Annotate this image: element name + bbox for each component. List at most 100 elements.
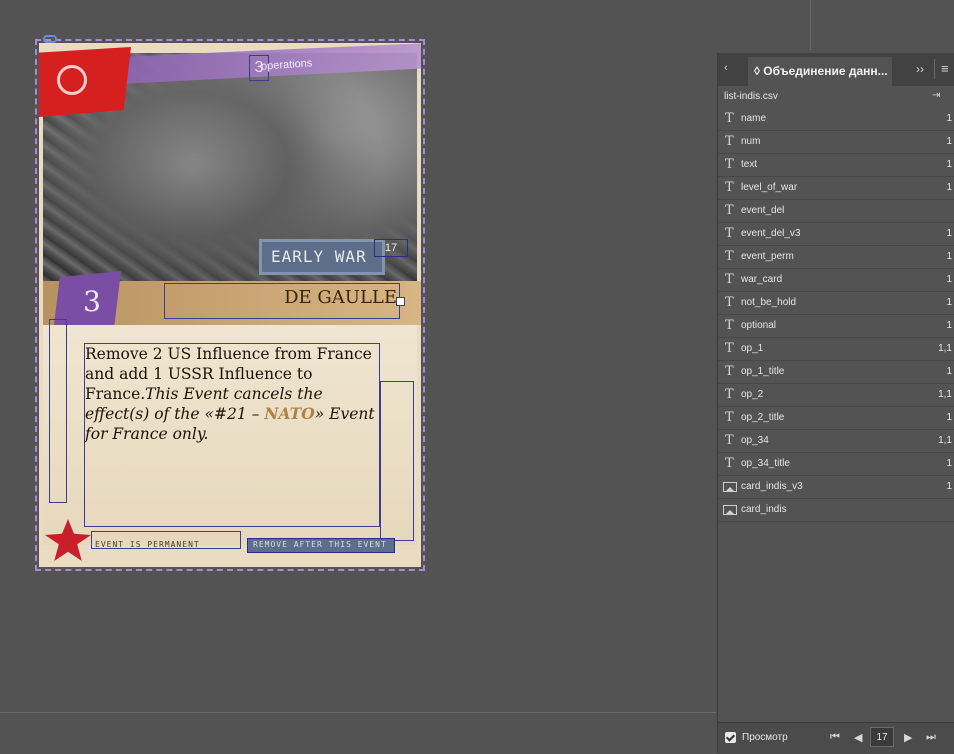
field-row[interactable]: Top_1 1,1 bbox=[718, 338, 954, 361]
field-name: op_1 bbox=[741, 343, 764, 354]
source-file-name: list-indis.csv bbox=[724, 91, 778, 102]
card-name[interactable]: DE GAULLE bbox=[179, 287, 397, 308]
text-field-icon: T bbox=[725, 111, 734, 126]
text-field-icon: T bbox=[725, 456, 734, 471]
event-text-nato: NATO bbox=[264, 404, 315, 423]
field-name: card_indis_v3 bbox=[741, 481, 803, 492]
op-value[interactable]: 3 bbox=[77, 285, 107, 318]
field-row[interactable]: Top_34_title 1 bbox=[718, 453, 954, 476]
field-name: card_indis bbox=[741, 504, 787, 515]
divider bbox=[934, 59, 935, 79]
link-icon[interactable] bbox=[43, 35, 57, 43]
text-field-icon: T bbox=[725, 203, 734, 218]
era-label[interactable]: EARLY WAR bbox=[271, 247, 367, 266]
panel-footer: Просмотр ⏮ ◀ 17 ▶ ⏭ bbox=[718, 722, 954, 754]
field-name: op_2_title bbox=[741, 412, 785, 423]
field-name: op_1_title bbox=[741, 366, 785, 377]
field-row[interactable]: Top_34 1,1 bbox=[718, 430, 954, 453]
right-text-frame[interactable] bbox=[380, 381, 414, 541]
image-field-icon bbox=[723, 482, 737, 492]
field-row[interactable]: Tlevel_of_war 1 bbox=[718, 177, 954, 200]
field-value: 1,1 bbox=[938, 435, 952, 446]
preview-label: Просмотр bbox=[742, 732, 788, 743]
text-field-icon: T bbox=[725, 272, 734, 287]
text-field-icon: T bbox=[725, 134, 734, 149]
panel-menu-icon[interactable]: ≡ bbox=[941, 61, 949, 76]
next-page-icon[interactable]: ▶ bbox=[904, 731, 912, 744]
card-number[interactable]: 17 bbox=[374, 239, 408, 257]
field-name: text bbox=[741, 159, 758, 170]
text-field-icon: T bbox=[725, 364, 734, 379]
event-text[interactable]: Remove 2 US Influence from France and ad… bbox=[85, 344, 381, 444]
remain-label: EVENT IS PERMANENT bbox=[95, 540, 200, 549]
field-value: 1 bbox=[946, 481, 952, 492]
field-value: 1,1 bbox=[938, 343, 952, 354]
field-row[interactable]: Twar_card 1 bbox=[718, 269, 954, 292]
text-field-icon: T bbox=[725, 226, 734, 241]
field-row[interactable]: card_indis_v3 1 bbox=[718, 476, 954, 499]
field-value: 1 bbox=[946, 320, 952, 331]
text-field-icon: T bbox=[725, 180, 734, 195]
card-page[interactable]: 3 operations EARLY WAR 17 3 DE GAULLE Re… bbox=[39, 43, 421, 567]
field-name: not_be_hold bbox=[741, 297, 797, 308]
guide-line bbox=[810, 0, 811, 50]
image-field-icon bbox=[723, 505, 737, 515]
tab-title: Объединение данн... bbox=[763, 64, 888, 78]
first-page-icon[interactable]: ⏮ bbox=[830, 731, 840, 744]
field-value: 1 bbox=[946, 366, 952, 377]
field-row[interactable]: Top_2_title 1 bbox=[718, 407, 954, 430]
field-name: event_del_v3 bbox=[741, 228, 801, 239]
field-row[interactable]: Tnot_be_hold 1 bbox=[718, 292, 954, 315]
field-row[interactable]: Ttext 1 bbox=[718, 154, 954, 177]
field-row[interactable]: Top_2 1,1 bbox=[718, 384, 954, 407]
field-value: 1 bbox=[946, 458, 952, 469]
field-value: 1 bbox=[946, 251, 952, 262]
page-number-input[interactable]: 17 bbox=[870, 727, 894, 747]
field-name: op_34_title bbox=[741, 458, 790, 469]
last-page-icon[interactable]: ⏭ bbox=[926, 731, 936, 744]
field-name: name bbox=[741, 113, 767, 124]
field-row[interactable]: Toptional 1 bbox=[718, 315, 954, 338]
text-field-icon: T bbox=[725, 387, 734, 402]
more-tabs-icon[interactable]: ›› bbox=[916, 62, 924, 76]
flag-emblem-icon bbox=[57, 65, 87, 95]
field-row[interactable]: Top_1_title 1 bbox=[718, 361, 954, 384]
field-name: optional bbox=[741, 320, 777, 331]
field-value: 1 bbox=[946, 228, 952, 239]
text-field-icon: T bbox=[725, 341, 734, 356]
frame-handle[interactable] bbox=[396, 297, 405, 306]
text-field-icon: T bbox=[725, 318, 734, 333]
field-row[interactable]: Tevent_perm 1 bbox=[718, 246, 954, 269]
field-value: 1 bbox=[946, 159, 952, 170]
tab-data-merge[interactable]: ◊ Объединение данн... bbox=[748, 57, 892, 86]
discard-label: REMOVE AFTER THIS EVENT bbox=[253, 540, 387, 549]
text-field-icon: T bbox=[725, 295, 734, 310]
field-value: 1 bbox=[946, 182, 952, 193]
field-value: 1,1 bbox=[938, 389, 952, 400]
field-row[interactable]: Tnum 1 bbox=[718, 131, 954, 154]
field-name: war_card bbox=[741, 274, 783, 285]
field-row[interactable]: Tevent_del bbox=[718, 200, 954, 223]
pasteboard-edge bbox=[0, 712, 716, 713]
text-field-icon: T bbox=[725, 249, 734, 264]
preview-checkbox[interactable] bbox=[725, 732, 736, 743]
document-canvas[interactable]: 3 operations EARLY WAR 17 3 DE GAULLE Re… bbox=[0, 0, 811, 753]
field-row[interactable]: Tname 1 bbox=[718, 108, 954, 131]
text-field-icon: T bbox=[725, 157, 734, 172]
field-value: 1 bbox=[946, 412, 952, 423]
create-merged-icon[interactable]: ⇥ bbox=[932, 90, 946, 102]
collapse-icon[interactable]: ‹ bbox=[724, 62, 728, 74]
field-name: event_del bbox=[741, 205, 785, 216]
field-row[interactable]: card_indis bbox=[718, 499, 954, 522]
field-value: 1 bbox=[946, 274, 952, 285]
field-list: Tname 1 Tnum 1 Ttext 1 Tlevel_of_war 1 Tevent_de… bbox=[718, 108, 954, 522]
text-field-icon: T bbox=[725, 433, 734, 448]
prev-page-icon[interactable]: ◀ bbox=[854, 731, 862, 744]
field-value: 1 bbox=[946, 113, 952, 124]
field-name: op_2 bbox=[741, 389, 764, 400]
field-name: event_perm bbox=[741, 251, 794, 262]
left-text-frame[interactable] bbox=[49, 319, 67, 503]
field-name: level_of_war bbox=[741, 182, 798, 193]
field-row[interactable]: Tevent_del_v3 1 bbox=[718, 223, 954, 246]
panel-tab-bar: ‹ ◊ Объединение данн... ›› ≡ bbox=[718, 53, 954, 86]
